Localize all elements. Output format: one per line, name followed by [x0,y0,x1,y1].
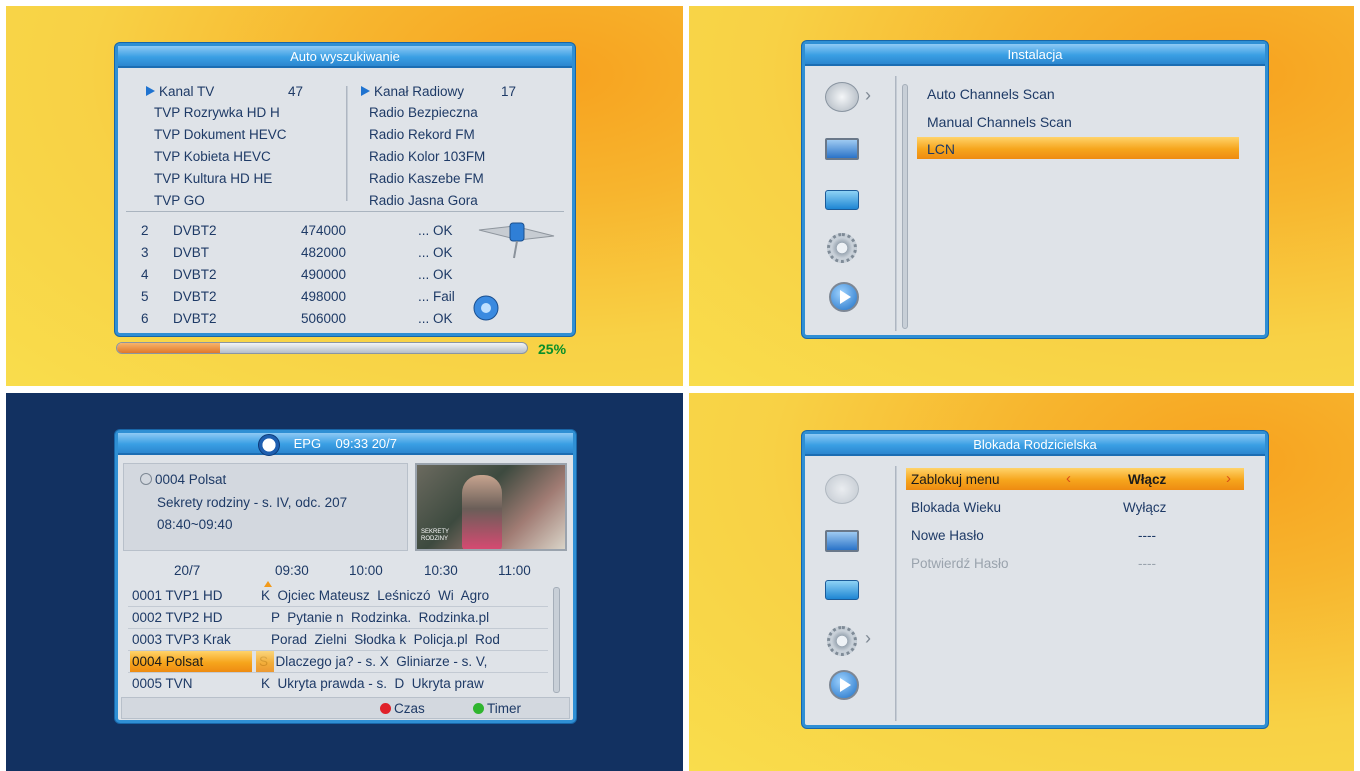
install-dialog: Instalacja › Auto Channels Scan Manual C… [802,41,1268,338]
green-button[interactable]: Timer [473,701,521,716]
setting-row-new-password[interactable]: Nowe Hasło ---- [906,524,1244,546]
tv-header: Kanal TV [146,84,214,99]
tv-channel: TVP Dokument HEVC [154,127,287,142]
menu-divider [895,466,897,721]
dialog-title: EPG 09:33 20/7 [118,433,573,456]
tv-count: 47 [288,84,304,99]
tv-channel: TVP Kobieta HEVC [154,149,271,164]
chevron-right-icon[interactable]: › [1226,470,1231,487]
autoscan-dialog: Auto wyszukiwanie Kanal TV 47 Kanał Radi… [115,43,575,336]
epg-quadrant: EPG 09:33 20/7 0004 Polsat Sekrety rodzi… [6,393,683,771]
scan-progress-fill [117,343,220,353]
program-title: Sekrety rodziny - s. IV, odc. 207 [157,495,348,510]
dialog-title: Instalacja [805,44,1265,66]
timeline-date: 20/7 [174,563,201,578]
epg-row-selected[interactable]: 0004 Polsat S Dlaczego ja? - s. X Glinia… [128,651,548,673]
epg-dialog: EPG 09:33 20/7 0004 Polsat Sekrety rodzi… [115,430,576,723]
epg-datetime: 09:33 20/7 [335,436,397,451]
autoscan-quadrant: Auto wyszukiwanie Kanal TV 47 Kanał Radi… [6,6,683,386]
tv-icon[interactable] [825,138,859,160]
timeline-slot: 10:00 [349,563,383,578]
install-quadrant: Instalacja › Auto Channels Scan Manual C… [689,6,1354,386]
arrow-icon [146,86,155,96]
radio-channel: Radio Kolor 103FM [369,149,486,164]
satellite-dish-icon[interactable] [825,82,859,112]
dialog-title: Blokada Rodzicielska [805,434,1265,456]
section-divider [126,211,564,212]
epg-row[interactable]: 0003 TVP3 Krak Porad Zielni Słodka k Pol… [128,629,548,651]
list-divider [346,86,348,201]
timeline-slot: 10:30 [424,563,458,578]
gear-icon[interactable] [827,626,861,656]
tv-channel: TVP Kultura HD HE [154,171,273,186]
epg-footer: Czas Timer [121,697,570,719]
video-preview: SEKRETY RODZINY [415,463,567,551]
setting-row-confirm-password[interactable]: Potwierdź Hasło ---- [906,552,1244,574]
epg-scrollbar[interactable] [553,587,560,693]
dialog-title: Auto wyszukiwanie [118,46,572,68]
minus-icon [140,473,152,485]
program-time: 08:40~09:40 [157,517,233,532]
scrollbar[interactable] [902,84,908,329]
gear-icon[interactable] [827,233,861,263]
red-dot-icon [380,703,391,714]
parental-quadrant: Blokada Rodzicielska › Zablokuj menu ‹ W… [689,393,1354,771]
setting-row-lock-menu[interactable]: Zablokuj menu ‹ Włącz › [906,468,1244,490]
arrow-icon [361,86,370,96]
toolbox-icon[interactable] [825,190,859,210]
epg-row[interactable]: 0001 TVP1 HD K Ojciec Mateusz Leśniczó W… [128,585,548,607]
timeline-slot: 11:00 [498,563,531,578]
program-info-panel: 0004 Polsat Sekrety rodziny - s. IV, odc… [123,463,408,551]
radio-header: Kanał Radiowy [361,84,464,99]
radio-channel: Radio Kaszebe FM [369,171,484,186]
chevron-left-icon[interactable]: ‹ [1066,470,1071,487]
dish-icon [473,295,499,321]
preview-caption: SEKRETY RODZINY [421,529,449,542]
tv-channel: TVP GO [154,193,205,208]
play-icon[interactable] [829,282,863,312]
selected-program-marker [256,651,274,672]
satellite-icon [478,222,555,259]
timeline-slot: 09:30 [275,563,309,578]
preview-figure [462,475,502,549]
setting-row-age-lock[interactable]: Blokada Wieku Wyłącz [906,496,1244,518]
scan-progress-bar [116,342,528,354]
clock-icon [258,433,280,456]
radio-channel: Radio Rekord FM [369,127,475,142]
radio-channel: Radio Jasna Gora [369,193,478,208]
red-button[interactable]: Czas [380,701,425,716]
play-icon[interactable] [829,670,863,700]
chevron-right-icon: › [865,85,871,105]
menu-divider [895,76,897,331]
epg-row[interactable]: 0002 TVP2 HD P Pytanie n Rodzinka. Rodzi… [128,607,548,629]
tv-channel: TVP Rozrywka HD H [154,105,280,120]
channel-name: 0004 Polsat [140,472,226,487]
tv-icon[interactable] [825,530,859,552]
radio-count: 17 [501,84,517,99]
menu-item-manual-scan[interactable]: Manual Channels Scan [927,114,1072,130]
parental-dialog: Blokada Rodzicielska › Zablokuj menu ‹ W… [802,431,1268,728]
satellite-dish-icon[interactable] [825,474,859,504]
chevron-right-icon: › [865,628,871,648]
menu-item-auto-scan[interactable]: Auto Channels Scan [927,86,1055,102]
progress-label: 25% [538,341,567,357]
epg-row[interactable]: 0005 TVN K Ukryta prawda - s. D Ukryta p… [128,673,548,695]
toolbox-icon[interactable] [825,580,859,600]
green-dot-icon [473,703,484,714]
radio-channel: Radio Bezpieczna [369,105,478,120]
menu-item-lcn[interactable]: LCN [917,137,1239,159]
